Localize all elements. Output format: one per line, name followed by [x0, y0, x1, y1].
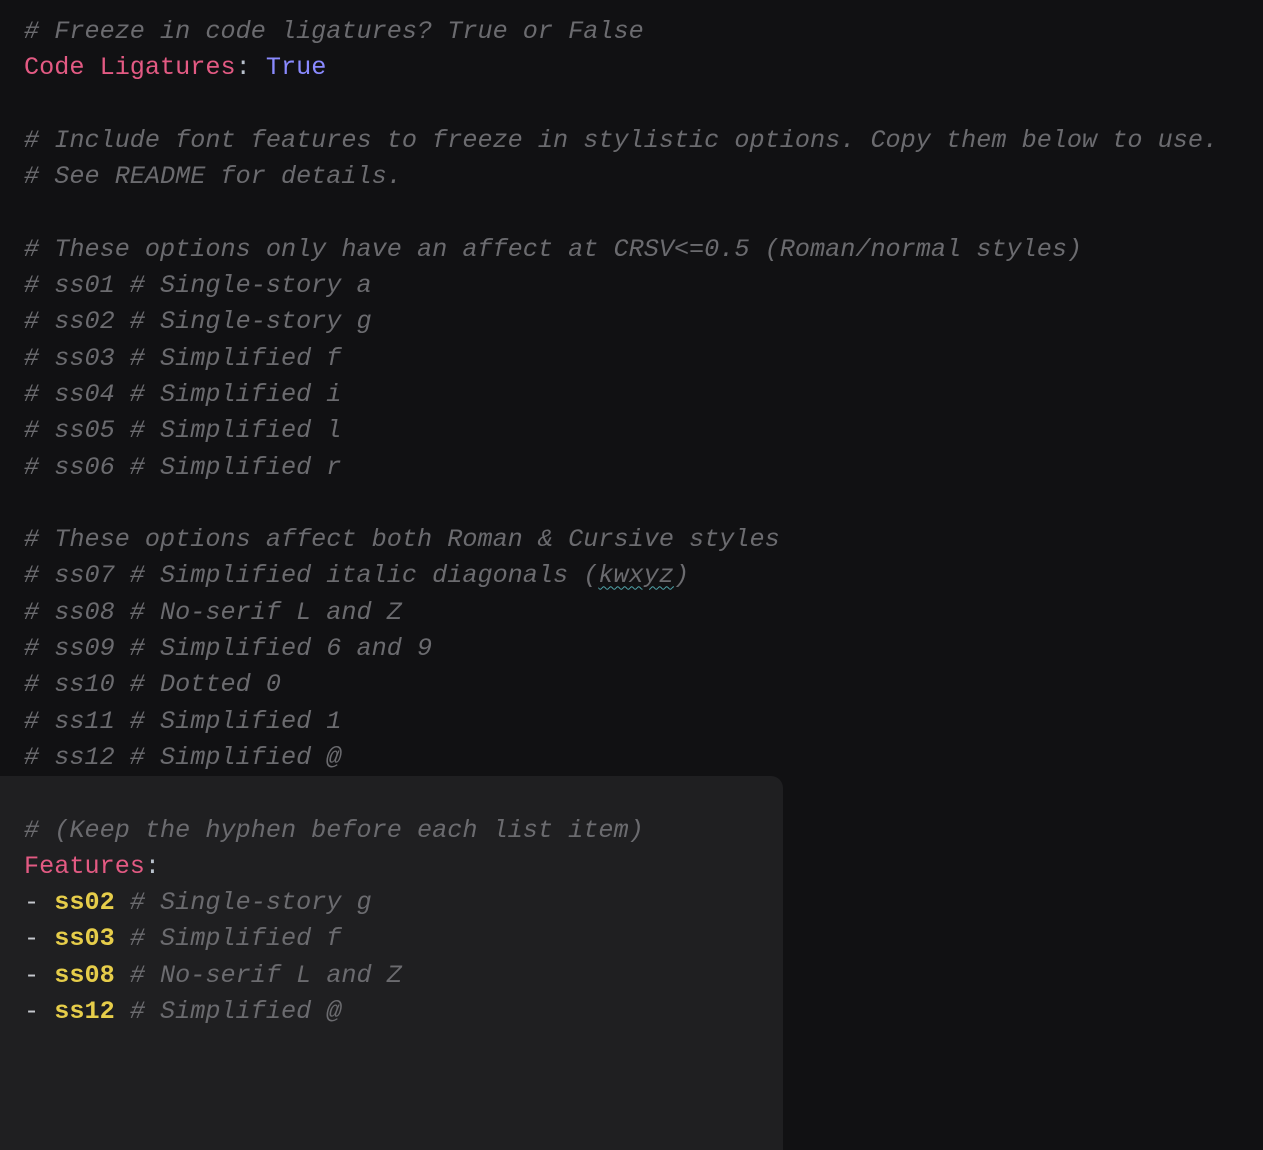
list-item: - ss03 # Simplified f	[24, 921, 1263, 957]
code-line: # ss12 # Simplified @	[24, 740, 1263, 776]
yaml-value: True	[266, 53, 326, 82]
list-item: - ss08 # No-serif L and Z	[24, 958, 1263, 994]
dash: -	[24, 997, 54, 1026]
code-line: # These options only have an affect at C…	[24, 232, 1263, 268]
yaml-key: Features	[24, 852, 145, 881]
comment-text: # ss11 # Simplified 1	[24, 707, 341, 736]
blank-line	[24, 776, 1263, 812]
comment-text: # ss10 # Dotted 0	[24, 670, 281, 699]
code-line: # ss02 # Single-story g	[24, 304, 1263, 340]
comment-text: # (Keep the hyphen before each list item…	[24, 816, 644, 845]
yaml-value: ss03	[54, 924, 114, 953]
code-editor[interactable]: # Freeze in code ligatures? True or Fals…	[0, 0, 1263, 1150]
comment-text: # ss08 # No-serif L and Z	[24, 598, 402, 627]
comment-text: # ss07 # Simplified italic diagonals (	[24, 561, 598, 590]
comment-text: # Include font features to freeze in sty…	[24, 126, 1218, 155]
comment-text: )	[674, 561, 689, 590]
dash: -	[24, 961, 54, 990]
comment-text: # Simplified @	[115, 997, 342, 1026]
colon: :	[236, 53, 251, 82]
comment-text: # ss02 # Single-story g	[24, 307, 372, 336]
comment-text: # ss04 # Simplified i	[24, 380, 341, 409]
comment-text: # ss01 # Single-story a	[24, 271, 372, 300]
comment-text: # See README for details.	[24, 162, 402, 191]
list-item: - ss12 # Simplified @	[24, 994, 1263, 1030]
code-line: # ss11 # Simplified 1	[24, 704, 1263, 740]
code-line: Features:	[24, 849, 1263, 885]
code-line: # Include font features to freeze in sty…	[24, 123, 1263, 159]
code-line: # (Keep the hyphen before each list item…	[24, 813, 1263, 849]
code-line: # ss01 # Single-story a	[24, 268, 1263, 304]
comment-text: # Freeze in code ligatures? True or Fals…	[24, 17, 644, 46]
comment-text: # These options affect both Roman & Curs…	[24, 525, 780, 554]
comment-text: # ss09 # Simplified 6 and 9	[24, 634, 432, 663]
code-line: # ss08 # No-serif L and Z	[24, 595, 1263, 631]
code-line: # These options affect both Roman & Curs…	[24, 522, 1263, 558]
comment-text: # Single-story g	[115, 888, 372, 917]
comment-text: # No-serif L and Z	[115, 961, 402, 990]
comment-text: # ss03 # Simplified f	[24, 344, 341, 373]
code-line: # ss09 # Simplified 6 and 9	[24, 631, 1263, 667]
blank-line	[24, 486, 1263, 522]
comment-text: # Simplified f	[115, 924, 342, 953]
list-item: - ss02 # Single-story g	[24, 885, 1263, 921]
comment-text: # ss06 # Simplified r	[24, 453, 341, 482]
comment-text: # ss05 # Simplified l	[24, 416, 341, 445]
yaml-key: Code Ligatures	[24, 53, 236, 82]
code-line: # ss04 # Simplified i	[24, 377, 1263, 413]
code-line: # Freeze in code ligatures? True or Fals…	[24, 14, 1263, 50]
dash: -	[24, 888, 54, 917]
spelling-squiggle: kwxyz	[598, 561, 674, 590]
colon: :	[145, 852, 160, 881]
blank-line	[24, 195, 1263, 231]
blank-line	[24, 87, 1263, 123]
yaml-value: ss02	[54, 888, 114, 917]
code-line: # ss05 # Simplified l	[24, 413, 1263, 449]
code-line: # ss10 # Dotted 0	[24, 667, 1263, 703]
code-line: # ss06 # Simplified r	[24, 450, 1263, 486]
code-line: Code Ligatures: True	[24, 50, 1263, 86]
yaml-value: ss08	[54, 961, 114, 990]
yaml-value: ss12	[54, 997, 114, 1026]
code-line: # See README for details.	[24, 159, 1263, 195]
comment-text: # These options only have an affect at C…	[24, 235, 1082, 264]
dash: -	[24, 924, 54, 953]
comment-text: # ss12 # Simplified @	[24, 743, 341, 772]
code-line: # ss03 # Simplified f	[24, 341, 1263, 377]
code-line: # ss07 # Simplified italic diagonals (kw…	[24, 558, 1263, 594]
